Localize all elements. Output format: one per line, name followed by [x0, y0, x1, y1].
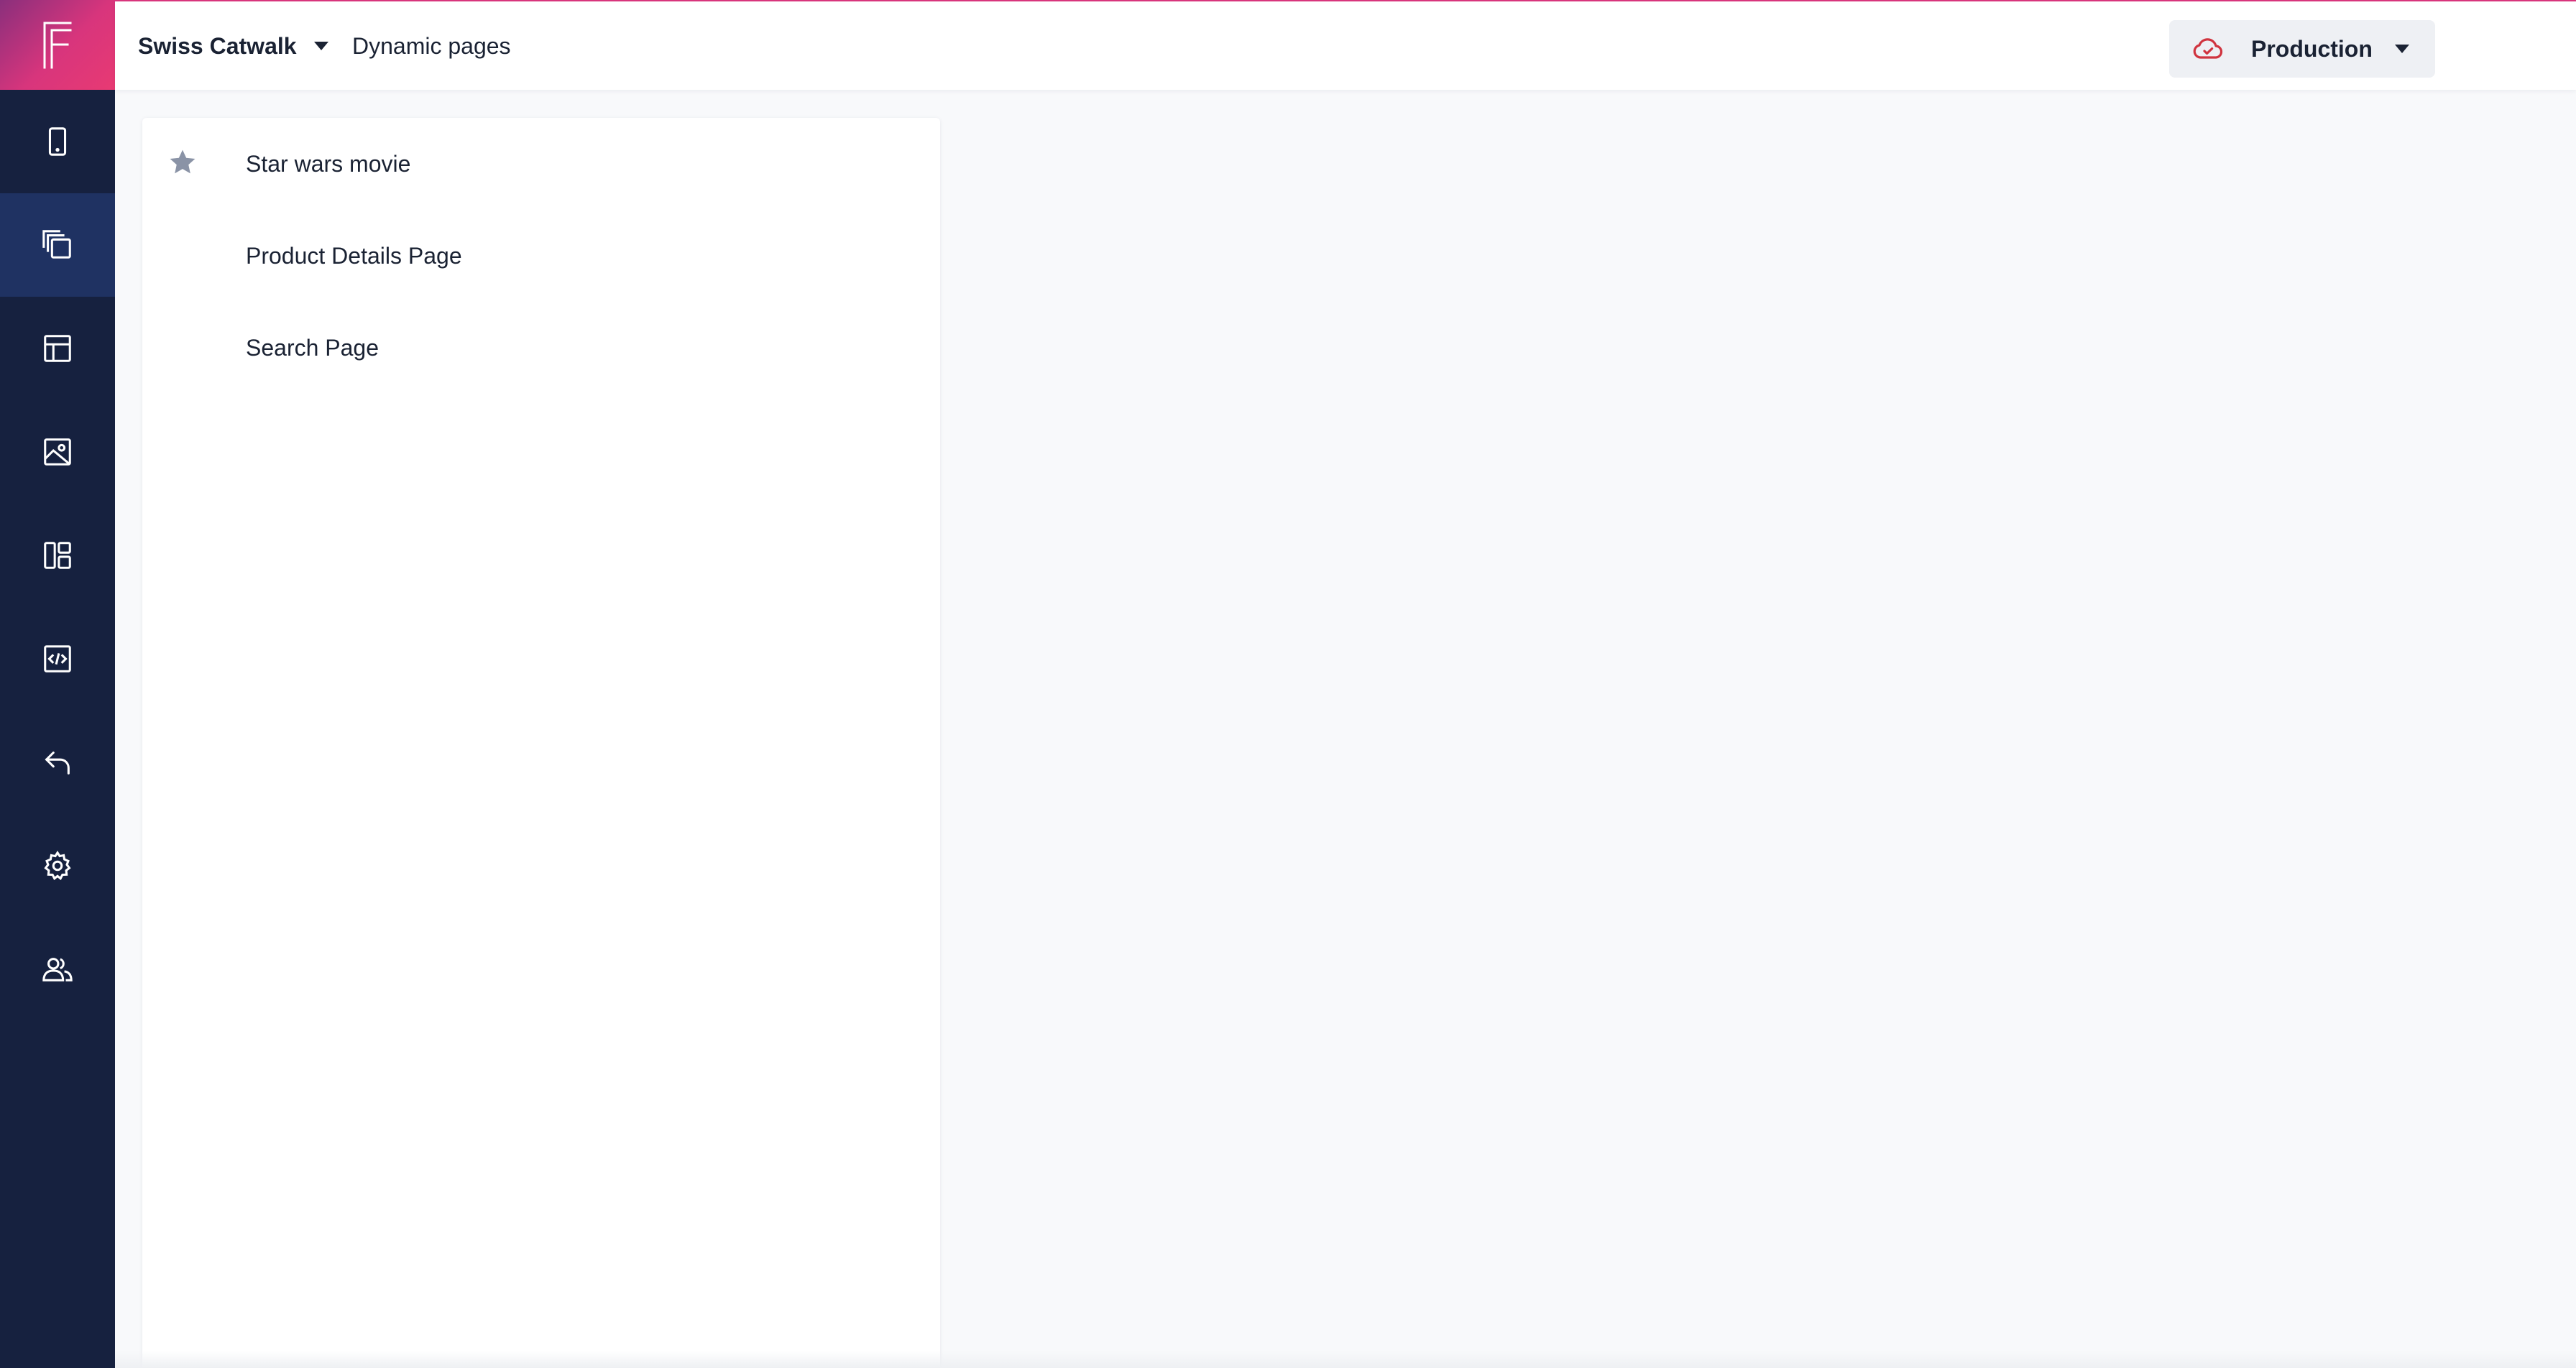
frontastic-logo-icon	[43, 22, 72, 68]
top-bar: Swiss Catwalk Dynamic pages Production	[115, 0, 2576, 90]
dynamic-pages-list: Star wars movie Product Details Page Sea…	[142, 118, 940, 1368]
chevron-down-icon	[313, 42, 328, 50]
bottom-edge	[115, 1351, 2576, 1368]
sidebar-item-dynamic-pages[interactable]	[0, 193, 115, 297]
cloud-check-icon	[2193, 38, 2223, 59]
media-image-icon	[44, 438, 71, 466]
sidebar-item-layouts[interactable]	[0, 297, 115, 400]
app-logo[interactable]	[0, 0, 115, 90]
environment-label: Production	[2251, 35, 2373, 62]
sidebar-item-developer[interactable]	[0, 607, 115, 711]
list-item[interactable]: Search Page	[142, 302, 940, 394]
list-item[interactable]: Star wars movie	[142, 118, 940, 210]
sidebar-item-media[interactable]	[0, 400, 115, 504]
list-item[interactable]: Product Details Page	[142, 210, 940, 302]
page-name: Search Page	[246, 335, 380, 361]
undo-reply-icon	[45, 752, 70, 775]
gear-icon	[44, 850, 71, 880]
sidebar	[0, 0, 115, 1368]
environment-selector[interactable]: Production	[2169, 20, 2435, 78]
sidebar-item-revert[interactable]	[0, 711, 115, 814]
page-name: Product Details Page	[246, 243, 462, 269]
project-name: Swiss Catwalk	[138, 32, 297, 59]
breadcrumb: Dynamic pages	[352, 33, 511, 59]
sidebar-item-settings[interactable]	[0, 814, 115, 918]
sidebar-item-components[interactable]	[0, 504, 115, 607]
project-selector[interactable]: Swiss Catwalk	[138, 29, 328, 63]
star-icon[interactable]	[167, 147, 198, 178]
code-developer-icon	[44, 645, 71, 673]
users-icon	[42, 958, 73, 981]
page-name: Star wars movie	[246, 151, 411, 177]
sidebar-item-users[interactable]	[0, 918, 115, 1021]
dynamic-pages-icon	[42, 230, 71, 259]
chevron-down-icon	[2395, 45, 2409, 53]
sidebar-item-devices[interactable]	[0, 90, 115, 193]
components-icon	[44, 542, 71, 569]
mobile-device-icon	[48, 127, 67, 156]
page-layout-icon	[44, 335, 71, 362]
